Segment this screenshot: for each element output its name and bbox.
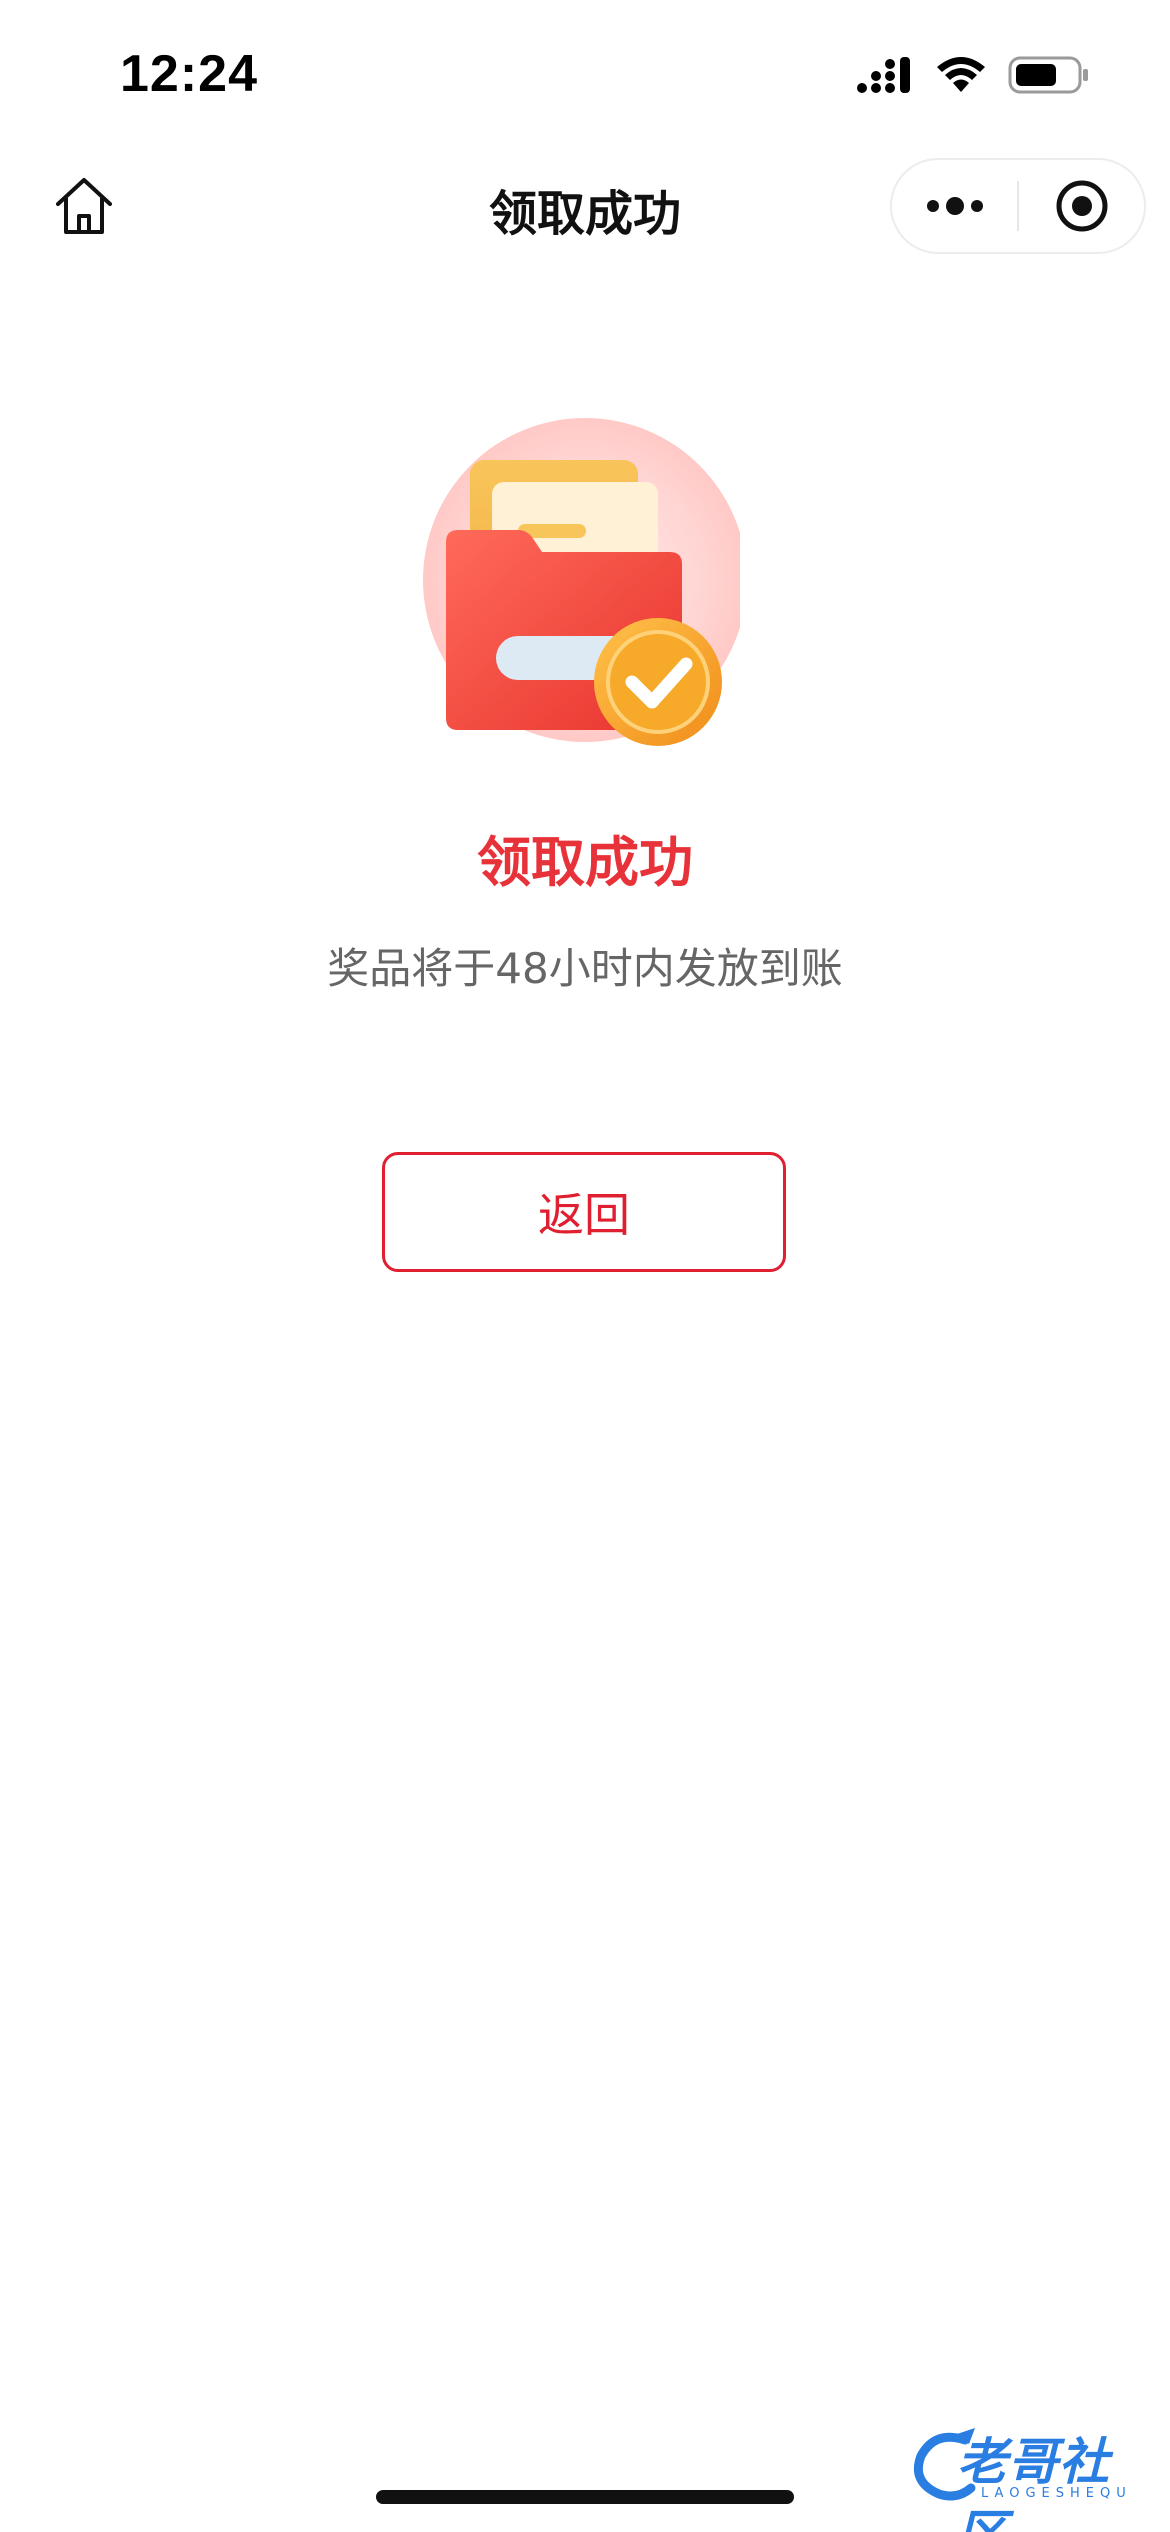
watermark-subtext: LAOGESHEQU [981, 2486, 1132, 2501]
status-bar: 12:24 [0, 0, 1170, 150]
wifi-icon [936, 56, 986, 98]
status-time: 12:24 [120, 45, 258, 103]
folder-check-illustration [400, 400, 747, 770]
more-button[interactable] [892, 160, 1017, 252]
cellular-signal-icon [856, 55, 914, 99]
target-close-icon [1056, 180, 1107, 232]
nav-bar: 领取成功 [0, 150, 1170, 270]
home-indicator[interactable] [376, 2490, 794, 2504]
screen: 12:24 领取成功 领取成功 奖品将于48小时内发放到账 返回 老哥社 LAO… [0, 0, 1170, 2532]
battery-icon [1008, 55, 1090, 99]
more-dots-icon [926, 197, 983, 215]
watermark-text: 老哥社区 [957, 2433, 1110, 2532]
back-button[interactable]: 返回 [382, 1152, 786, 1272]
watermark-logo: 老哥社区 LAOGESHEQU [905, 2420, 1155, 2532]
status-icons [856, 52, 1090, 102]
close-button[interactable] [1019, 160, 1144, 252]
mini-program-capsule [890, 158, 1146, 254]
result-title: 领取成功 [477, 831, 693, 894]
result-subtitle: 奖品将于48小时内发放到账 [327, 944, 843, 993]
